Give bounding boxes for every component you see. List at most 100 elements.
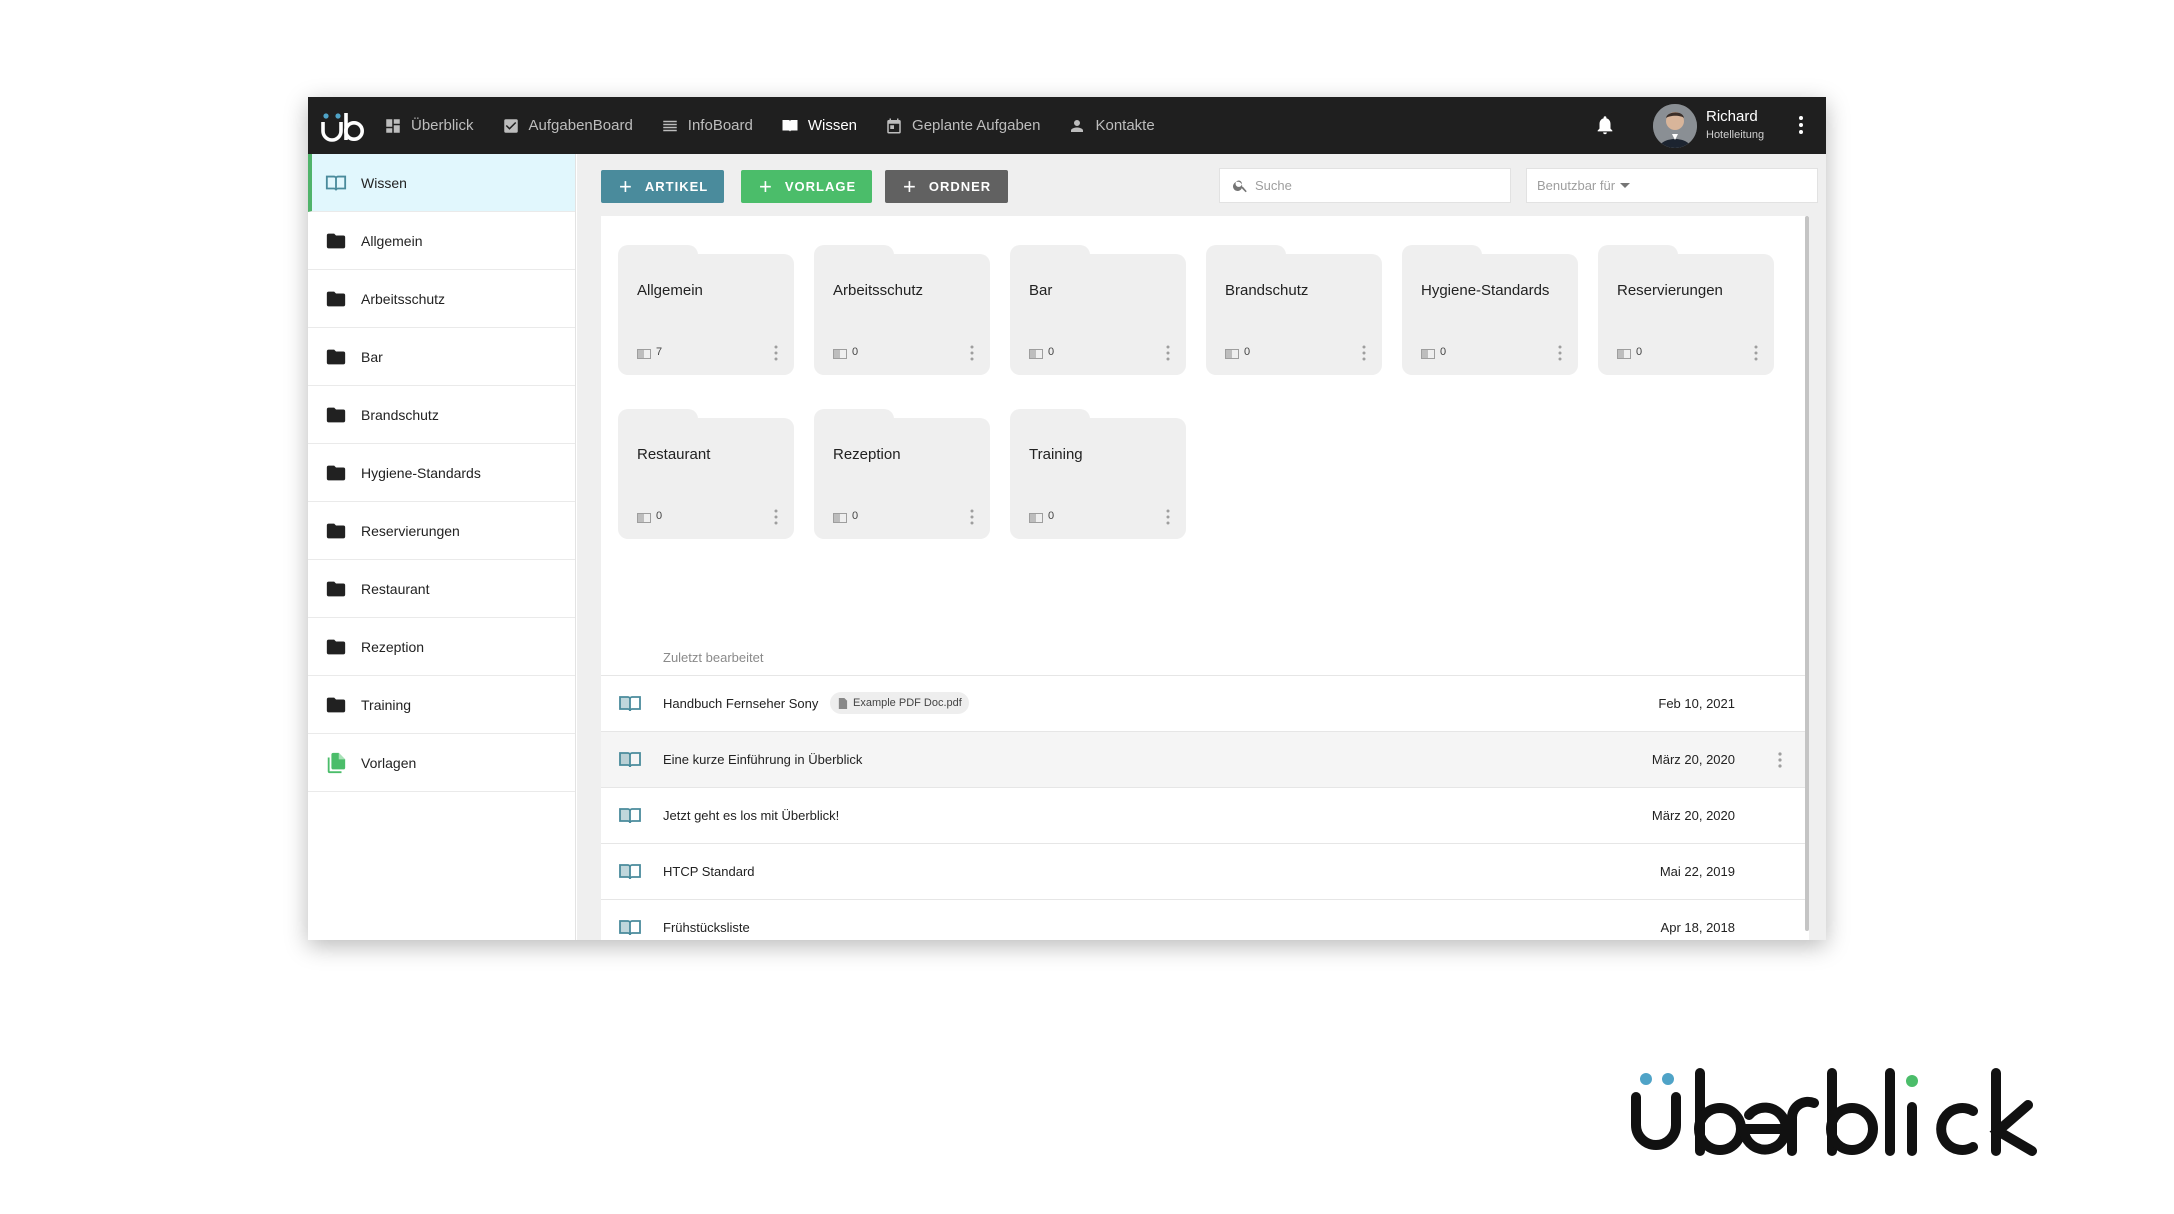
sidebar-item-arbeitsschutz[interactable]: Arbeitsschutz bbox=[308, 270, 575, 328]
add-ordner-button[interactable]: + ORDNER bbox=[885, 170, 1008, 203]
templates-icon bbox=[325, 752, 347, 774]
list-item-date: März 20, 2020 bbox=[1651, 808, 1735, 823]
folder-count: 0 bbox=[1048, 510, 1055, 522]
more-vert-icon[interactable] bbox=[1160, 344, 1176, 362]
user-name[interactable]: Richard bbox=[1706, 108, 1758, 125]
book-icon bbox=[1421, 349, 1435, 359]
sidebar-item-vorlagen[interactable]: Vorlagen bbox=[308, 734, 575, 792]
book-icon bbox=[833, 349, 847, 359]
recent-section-title: Zuletzt bearbeitet bbox=[663, 650, 764, 665]
list-item[interactable]: HTCP Standard Mai 22, 2019 bbox=[601, 843, 1805, 899]
more-vert-icon[interactable] bbox=[964, 344, 980, 362]
more-vert-icon[interactable] bbox=[964, 508, 980, 526]
folder-name: Brandschutz bbox=[1225, 282, 1309, 299]
folder-card-training[interactable]: Training 0 bbox=[1010, 409, 1186, 539]
add-vorlage-button[interactable]: + VORLAGE bbox=[741, 170, 872, 203]
folder-card-brandschutz[interactable]: Brandschutz 0 bbox=[1206, 245, 1382, 375]
nav-item-label: InfoBoard bbox=[687, 117, 753, 134]
sidebar-item-label: Rezeption bbox=[361, 638, 425, 655]
sidebar-item-bar[interactable]: Bar bbox=[308, 328, 575, 386]
book-icon bbox=[1029, 349, 1043, 359]
sidebar-item-label: Brandschutz bbox=[361, 406, 439, 423]
sidebar-item-brandschutz[interactable]: Brandschutz bbox=[308, 386, 575, 444]
bell-icon[interactable] bbox=[1594, 114, 1616, 136]
folder-count: 0 bbox=[852, 346, 859, 358]
sidebar-item-label: Vorlagen bbox=[361, 754, 417, 771]
attachment-chip[interactable]: Example PDF Doc.pdf bbox=[830, 692, 969, 714]
main-content: + ARTIKEL + VORLAGE + ORDNER Suche Benut… bbox=[577, 154, 1826, 940]
folder-name: Reservierungen bbox=[1617, 282, 1723, 299]
nav-item-kontakte[interactable]: Kontakte bbox=[1068, 117, 1155, 135]
more-vert-icon[interactable] bbox=[1789, 113, 1813, 137]
usable-for-dropdown[interactable]: Benutzbar für bbox=[1526, 168, 1818, 203]
knowledge-panel: Allgemein 7 Arbeitsschutz 0 Bar 0 Brands… bbox=[601, 216, 1809, 940]
list-item[interactable]: Handbuch Fernseher Sony Example PDF Doc.… bbox=[601, 675, 1805, 731]
avatar-photo-icon bbox=[1653, 104, 1697, 148]
folder-name: Training bbox=[1029, 446, 1083, 463]
list-item-title: Jetzt geht es los mit Überblick! bbox=[663, 808, 840, 823]
book-icon bbox=[619, 696, 641, 712]
folder-name: Arbeitsschutz bbox=[833, 282, 924, 299]
sidebar-item-reservierungen[interactable]: Reservierungen bbox=[308, 502, 575, 560]
folder-name: Bar bbox=[1029, 282, 1053, 299]
list-item-title: Handbuch Fernseher Sony bbox=[663, 696, 819, 711]
folder-icon bbox=[325, 694, 347, 716]
folder-card-rezeption[interactable]: Rezeption 0 bbox=[814, 409, 990, 539]
folder-card-bar[interactable]: Bar 0 bbox=[1010, 245, 1186, 375]
ub-logo-icon[interactable] bbox=[320, 111, 365, 143]
scrollbar[interactable] bbox=[1805, 216, 1809, 931]
folder-count: 0 bbox=[852, 510, 859, 522]
folder-card-restaurant[interactable]: Restaurant 0 bbox=[618, 409, 794, 539]
sidebar-item-wissen[interactable]: Wissen bbox=[308, 154, 575, 212]
nav-item-geplante-aufgaben[interactable]: Geplante Aufgaben bbox=[885, 117, 1040, 135]
more-vert-icon[interactable] bbox=[1356, 344, 1372, 362]
more-vert-icon[interactable] bbox=[1552, 344, 1568, 362]
list-item[interactable]: Eine kurze Einführung in Überblick März … bbox=[601, 731, 1805, 787]
more-vert-icon[interactable] bbox=[768, 344, 784, 362]
add-artikel-label: ARTIKEL bbox=[644, 179, 709, 194]
folder-card-reservierungen[interactable]: Reservierungen 0 bbox=[1598, 245, 1774, 375]
add-ordner-label: ORDNER bbox=[928, 179, 992, 194]
folder-name: Allgemein bbox=[637, 282, 703, 299]
sidebar-item-rezeption[interactable]: Rezeption bbox=[308, 618, 575, 676]
more-vert-icon[interactable] bbox=[1772, 750, 1788, 770]
attachment-name: Example PDF Doc.pdf bbox=[853, 697, 962, 709]
nav-item-label: Kontakte bbox=[1095, 117, 1155, 134]
sidebar-item-label: Arbeitsschutz bbox=[361, 290, 446, 307]
search-input[interactable]: Suche bbox=[1219, 168, 1511, 203]
calendar-icon bbox=[887, 118, 901, 133]
sidebar-item-training[interactable]: Training bbox=[308, 676, 575, 734]
list-item-title: Eine kurze Einführung in Überblick bbox=[663, 752, 863, 767]
sidebar-item-restaurant[interactable]: Restaurant bbox=[308, 560, 575, 618]
folder-card-allgemein[interactable]: Allgemein 7 bbox=[618, 245, 794, 375]
more-vert-icon[interactable] bbox=[1748, 344, 1764, 362]
sidebar-item-label: Training bbox=[361, 696, 412, 713]
nav-item-label: Geplante Aufgaben bbox=[912, 117, 1041, 134]
list-item[interactable]: Frühstücksliste Apr 18, 2018 bbox=[601, 899, 1805, 940]
sidebar-item-hygiene-standards[interactable]: Hygiene-Standards bbox=[308, 444, 575, 502]
add-artikel-button[interactable]: + ARTIKEL bbox=[601, 170, 724, 203]
nav-item-ueberblick[interactable]: Überblick bbox=[384, 117, 474, 135]
app-window: Überblick AufgabenBoard InfoBoard Wissen… bbox=[308, 97, 1826, 940]
checkbox-icon bbox=[503, 118, 518, 133]
folder-count: 0 bbox=[1244, 346, 1251, 358]
sidebar-item-label: Wissen bbox=[361, 174, 407, 191]
book-icon bbox=[619, 920, 641, 936]
list-item[interactable]: Jetzt geht es los mit Überblick! März 20… bbox=[601, 787, 1805, 843]
recent-list: Handbuch Fernseher Sony Example PDF Doc.… bbox=[601, 675, 1805, 940]
sidebar-item-label: Restaurant bbox=[361, 580, 430, 597]
nav-item-wissen[interactable]: Wissen bbox=[781, 117, 857, 135]
sidebar-item-allgemein[interactable]: Allgemein bbox=[308, 212, 575, 270]
folder-card-arbeitsschutz[interactable]: Arbeitsschutz 0 bbox=[814, 245, 990, 375]
list-item-title: Frühstücksliste bbox=[663, 920, 750, 935]
folder-icon bbox=[325, 230, 347, 252]
nav-item-infoboard[interactable]: InfoBoard bbox=[661, 117, 753, 135]
nav-item-aufgabenboard[interactable]: AufgabenBoard bbox=[502, 117, 633, 135]
folder-count: 0 bbox=[656, 510, 663, 522]
more-vert-icon[interactable] bbox=[768, 508, 784, 526]
list-item-date: Mai 22, 2019 bbox=[1659, 864, 1735, 879]
avatar[interactable] bbox=[1653, 104, 1697, 148]
add-vorlage-label: VORLAGE bbox=[784, 179, 857, 194]
folder-card-hygiene-standards[interactable]: Hygiene-Standards 0 bbox=[1402, 245, 1578, 375]
more-vert-icon[interactable] bbox=[1160, 508, 1176, 526]
